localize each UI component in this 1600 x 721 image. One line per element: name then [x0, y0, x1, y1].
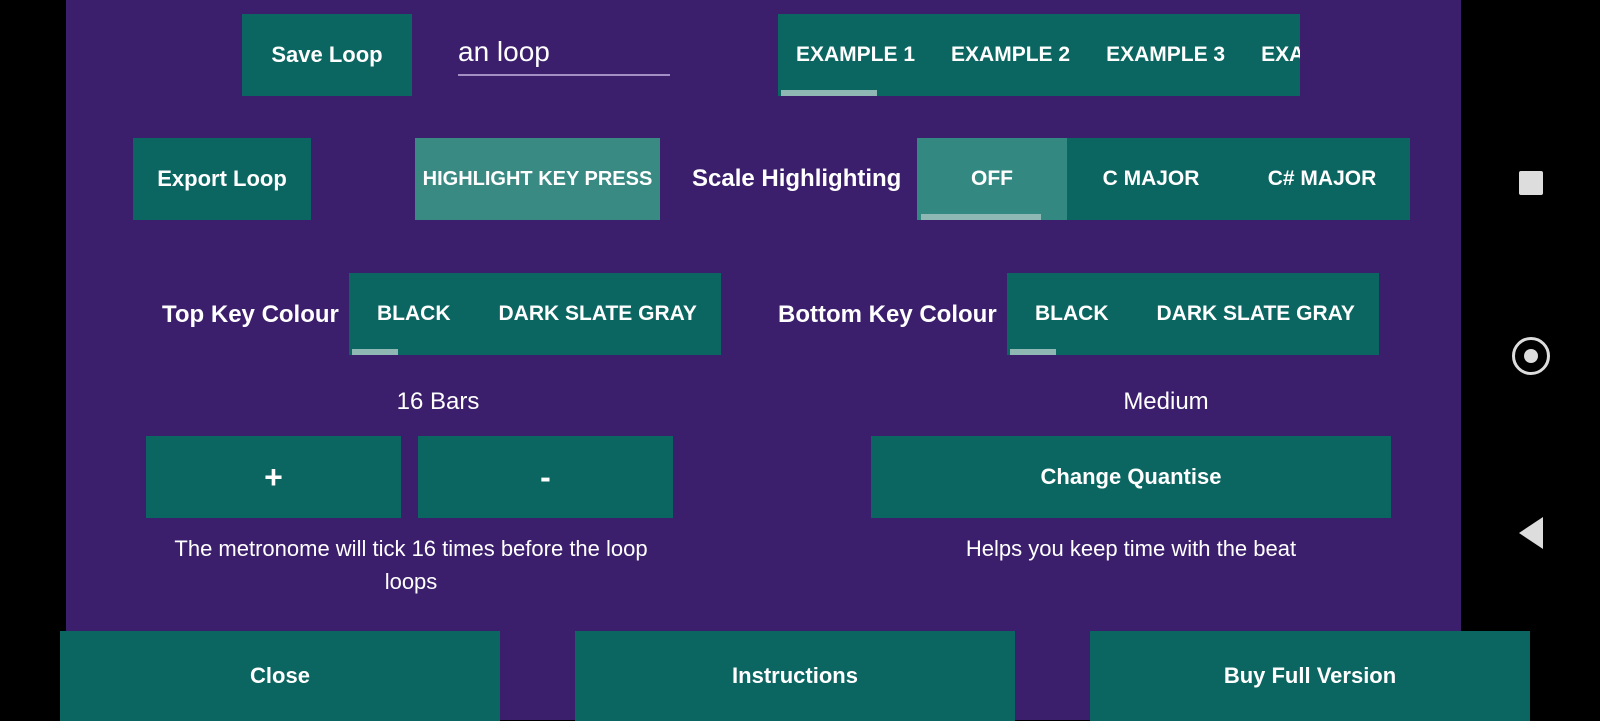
top-colour-tabs[interactable]: BLACK DARK SLATE GRAY	[349, 273, 721, 355]
top-colour-indicator	[352, 349, 398, 355]
instructions-button[interactable]: Instructions	[575, 631, 1015, 721]
tab-bottom-black[interactable]: BLACK	[1007, 273, 1137, 355]
change-quantise-button[interactable]: Change Quantise	[871, 436, 1391, 518]
tab-scale-off[interactable]: OFF	[917, 138, 1067, 220]
tab-example-4[interactable]: EXA	[1243, 14, 1300, 96]
tab-top-black[interactable]: BLACK	[349, 273, 479, 355]
tab-example-2[interactable]: EXAMPLE 2	[933, 14, 1088, 96]
recent-apps-icon[interactable]	[1519, 171, 1543, 195]
tab-scale-csharpmajor[interactable]: C# MAJOR	[1235, 138, 1409, 220]
top-key-colour-label: Top Key Colour	[162, 301, 339, 329]
scale-highlighting-label: Scale Highlighting	[692, 165, 901, 193]
example-tabs[interactable]: EXAMPLE 1 EXAMPLE 2 EXAMPLE 3 EXA	[778, 14, 1300, 96]
bars-description: The metronome will tick 16 times before …	[166, 532, 656, 598]
bars-plus-button[interactable]: +	[146, 436, 401, 518]
close-button[interactable]: Close	[60, 631, 500, 721]
quantise-label: Medium	[986, 388, 1346, 416]
android-nav-bar	[1461, 0, 1600, 720]
tab-example-1[interactable]: EXAMPLE 1	[778, 14, 933, 96]
tab-example-3[interactable]: EXAMPLE 3	[1088, 14, 1243, 96]
back-icon[interactable]	[1519, 517, 1543, 549]
example-tabs-indicator	[781, 90, 877, 96]
app-container: Save Loop EXAMPLE 1 EXAMPLE 2 EXAMPLE 3 …	[66, 0, 1461, 720]
home-icon[interactable]	[1512, 337, 1550, 375]
quantise-description: Helps you keep time with the beat	[871, 532, 1391, 565]
export-loop-button[interactable]: Export Loop	[133, 138, 311, 220]
bottom-colour-indicator	[1010, 349, 1056, 355]
bottom-colour-tabs[interactable]: BLACK DARK SLATE GRAY	[1007, 273, 1379, 355]
tab-scale-cmajor[interactable]: C MAJOR	[1067, 138, 1235, 220]
bottom-key-colour-label: Bottom Key Colour	[778, 301, 997, 329]
loop-name-input[interactable]	[458, 30, 670, 76]
tab-top-darkslategray[interactable]: DARK SLATE GRAY	[479, 273, 717, 355]
bars-label: 16 Bars	[298, 388, 578, 416]
save-loop-button[interactable]: Save Loop	[242, 14, 412, 96]
scale-tabs[interactable]: OFF C MAJOR C# MAJOR	[917, 138, 1410, 220]
highlight-key-toggle[interactable]: HIGHLIGHT KEY PRESS	[415, 138, 660, 220]
scale-tabs-indicator	[921, 214, 1041, 220]
bars-minus-button[interactable]: -	[418, 436, 673, 518]
tab-bottom-darkslategray[interactable]: DARK SLATE GRAY	[1137, 273, 1375, 355]
